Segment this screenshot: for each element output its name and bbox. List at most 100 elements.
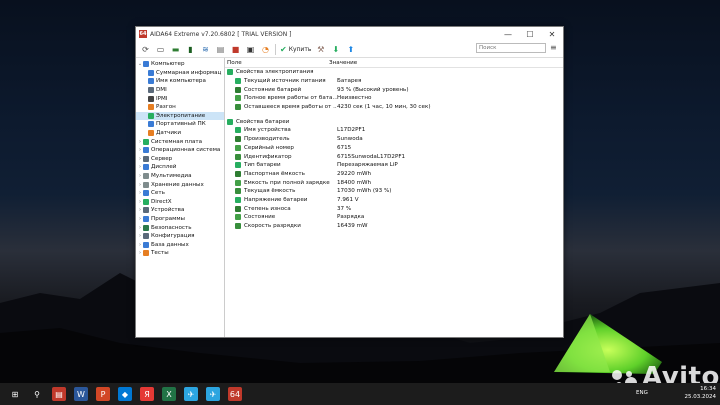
clock[interactable]: 16:34 25.03.2024 [685,385,717,401]
list-row[interactable]: Текущий источник питания Батарея [225,77,563,86]
toolbox-icon[interactable]: ■ [230,44,241,55]
tree-item-icon [143,61,149,68]
list-row[interactable]: Скорость разрядки 16439 mW [225,222,563,231]
list-row[interactable]: Состояние батарей 93 % (Высокий уровень) [225,85,563,94]
tree-item[interactable]: › DirectX [136,198,224,207]
tree-item[interactable]: Портативный ПК [136,120,224,129]
battery-icon [235,196,241,203]
language-indicator[interactable]: ENG [636,390,648,396]
tree-item-label: Сеть [151,190,165,197]
list-row[interactable]: Имя устройства L17D2PF1 [225,126,563,135]
tree-item[interactable]: › Системная плата [136,137,224,146]
refresh-icon[interactable]: ⟳ [140,44,151,55]
tree-item[interactable]: › Безопасность [136,223,224,232]
value-cell: 37 % [337,205,352,212]
value-cell: Батарея [337,78,362,85]
tree-item-icon [148,112,154,119]
field-label: Состояние батарей [244,86,302,93]
tree-item-icon [143,198,149,205]
value-cell: 18400 mWh [337,179,372,186]
tree-item[interactable]: › Хранение данных [136,180,224,189]
tree-item[interactable]: › Сервер [136,155,224,164]
disk-icon[interactable]: ▤ [215,44,226,55]
stopwatch-icon[interactable]: ◔ [260,44,271,55]
aida64-taskbar-icon[interactable]: 64 [228,387,242,401]
tree-item[interactable]: Датчики [136,129,224,138]
list-row[interactable]: Текущая ёмкость 17030 mWh (93 %) [225,187,563,196]
battery-icon [235,144,241,151]
list-row[interactable]: Серийный номер 6715 [225,144,563,153]
tree-item[interactable]: › Операционная система [136,146,224,155]
download-icon[interactable]: ⬇ [330,44,341,55]
tree-item-label: Устройства [151,207,185,214]
tree-item[interactable]: IPMI [136,94,224,103]
telegram-alt-icon[interactable]: ✈ [206,387,220,401]
update-icon[interactable]: ⬆ [345,44,356,55]
tree-item-label: Тесты [151,250,169,257]
tree-item[interactable]: Суммарная информац [136,69,224,78]
navigation-tree: ⌄ Компьютер Суммарная информац Имя компьюте… [136,58,225,337]
list-row[interactable]: Состояние Разрядка [225,213,563,222]
list-row[interactable]: Производитель Sunwoda [225,135,563,144]
network-icon[interactable]: ≋ [200,44,211,55]
tree-item[interactable]: Имя компьютера [136,77,224,86]
close-button[interactable]: ✕ [541,27,563,41]
list-row[interactable]: Идентификатор 6715SunwodaL17D2PF1 [225,152,563,161]
tree-item[interactable]: Электропитание [136,111,224,121]
value-cell: L17D2PF1 [337,127,366,134]
excel-icon[interactable]: X [162,387,176,401]
value-cell: Sunwoda [337,136,363,143]
menu-icon[interactable]: ≡ [550,43,557,52]
tree-item[interactable]: › Тесты [136,249,224,258]
field-cell: Полное время работы от бата... [225,95,337,102]
field-cell: Ёмкость при полной зарядке [225,179,337,186]
battery-icon [227,69,233,76]
tree-item[interactable]: › Программы [136,215,224,224]
list-row[interactable]: Тип батареи Перезаряжаемая LiP [225,161,563,170]
word-icon[interactable]: W [74,387,88,401]
files-icon[interactable]: ▤ [52,387,66,401]
tree-item[interactable]: Разгон [136,103,224,112]
maximize-button[interactable]: ☐ [519,27,541,41]
tree-item[interactable]: › Мультимедиа [136,172,224,181]
search-icon[interactable]: ⚲ [30,387,44,401]
tree-item[interactable]: › Дисплей [136,163,224,172]
tree-item-icon [143,215,149,222]
list-row[interactable]: Ёмкость при полной зарядке 18400 mWh [225,178,563,187]
field-cell: Серийный номер [225,144,337,151]
memory-icon[interactable]: ▮ [185,44,196,55]
tree-item-label: Конфигурация [151,233,195,240]
tree-item[interactable]: › База данных [136,240,224,249]
yandex-icon[interactable]: Я [140,387,154,401]
buy-button[interactable]: ✔ Купить [280,45,311,54]
tree-item[interactable]: ⌄ Компьютер [136,60,224,69]
tools-icon[interactable]: ⚒ [315,44,326,55]
vscode-icon[interactable]: ◆ [118,387,132,401]
tree-item[interactable]: › Конфигурация [136,232,224,241]
value-cell: 7.961 V [337,196,359,203]
tree-item[interactable]: › Устройства [136,206,224,215]
report-icon[interactable]: ▭ [155,44,166,55]
list-row[interactable]: Полное время работы от бата... Неизвестно [225,94,563,103]
list-row[interactable]: Паспортная ёмкость 29220 mWh [225,170,563,179]
value-cell: 17030 mWh (93 %) [337,188,392,195]
gpu-icon[interactable]: ▣ [245,44,256,55]
tree-item-label: Датчики [156,130,182,137]
battery-icon [235,153,241,160]
list-row[interactable]: Напряжение батареи 7.961 V [225,196,563,205]
section-header[interactable]: Свойства электропитания [225,68,563,77]
list-row[interactable]: Оставшееся время работы от ... 4230 сек (… [225,103,563,112]
section-header[interactable]: Свойства батареи [225,117,563,126]
minimize-button[interactable]: — [497,27,519,41]
tree-item[interactable]: DMI [136,86,224,95]
tree-item[interactable]: › Сеть [136,189,224,198]
value-cell: 29220 mWh [337,170,372,177]
column-value-header[interactable]: Значение [329,60,563,66]
list-row[interactable]: Степень износа 37 % [225,204,563,213]
cpu-icon[interactable]: ▬ [170,44,181,55]
search-input[interactable]: Поиск [476,43,546,53]
column-field-header[interactable]: Поле [225,60,329,66]
telegram-icon[interactable]: ✈ [184,387,198,401]
start-icon[interactable]: ⊞ [8,387,22,401]
powerpoint-icon[interactable]: P [96,387,110,401]
